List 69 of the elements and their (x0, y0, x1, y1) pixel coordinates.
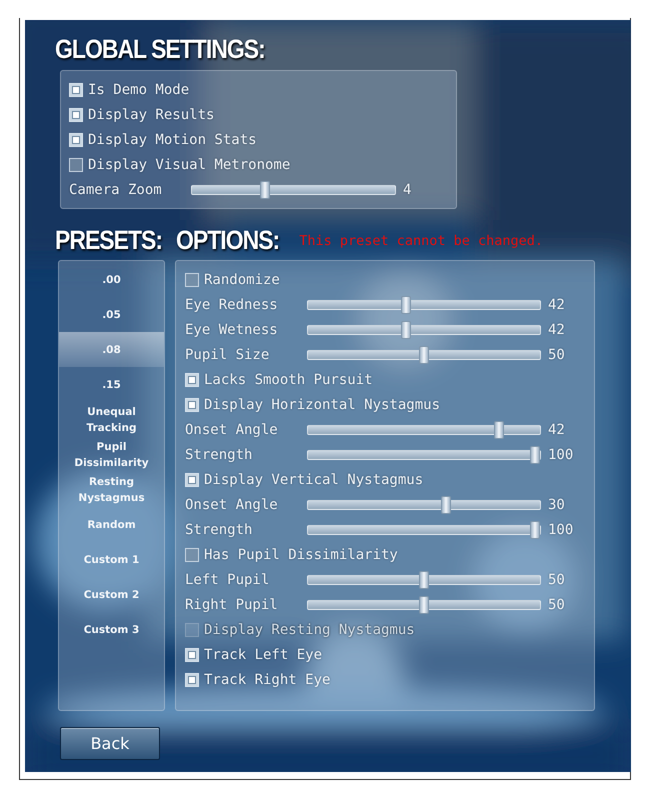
section-heading: OPTIONS: (176, 224, 280, 256)
checkbox-label: Display Visual Metronome (88, 156, 290, 172)
slider-thumb[interactable] (441, 496, 452, 514)
slider-label: Left Pupil (185, 572, 270, 588)
preset-item[interactable]: Pupil Dissimilarity (59, 437, 164, 472)
checkbox-label: Display Results (88, 106, 214, 122)
slider-label: Onset Angle (185, 422, 279, 438)
checkbox-label: Is Demo Mode (88, 82, 190, 98)
slider-thumb[interactable] (494, 420, 504, 438)
slider-value: 42 (548, 322, 565, 338)
checkbox[interactable] (185, 272, 199, 286)
checkbox[interactable] (69, 108, 83, 122)
slider-thumb[interactable] (401, 320, 412, 338)
slider-thumb[interactable] (530, 520, 540, 538)
slider-thumb[interactable] (419, 570, 429, 588)
section-heading: PRESETS: (55, 224, 162, 256)
preset-item[interactable]: Unequal Tracking (59, 402, 164, 437)
warning-text: This preset cannot be changed. (299, 232, 544, 248)
slider-label: Strength (185, 522, 254, 538)
checkbox-label: Display Resting Nystagmus (204, 622, 415, 638)
slider-value: 50 (548, 596, 565, 612)
slider-value: 50 (548, 346, 565, 362)
preset-item[interactable]: .08 (59, 332, 164, 367)
checkbox-label: Track Right Eye (204, 672, 330, 688)
checkbox-label: Track Left Eye (204, 646, 322, 662)
section-heading: GLOBAL SETTINGS: (55, 34, 266, 66)
checkbox[interactable] (185, 398, 199, 412)
checkbox-label: Has Pupil Dissimilarity (204, 546, 398, 562)
checkbox[interactable] (185, 372, 199, 386)
checkbox[interactable] (185, 672, 199, 686)
slider-thumb[interactable] (419, 346, 429, 364)
slider-label: Eye Redness (185, 296, 279, 312)
preset-item[interactable]: Resting Nystagmus (59, 472, 164, 507)
slider-label: Camera Zoom (69, 182, 163, 198)
checkbox[interactable] (185, 648, 199, 662)
checkbox-label: Display Motion Stats (88, 132, 257, 148)
checkbox-label: Display Vertical Nystagmus (204, 472, 424, 488)
slider-thumb[interactable] (419, 596, 429, 614)
slider-label: Pupil Size (185, 346, 270, 362)
slider-thumb[interactable] (401, 296, 412, 314)
slider-value: 42 (548, 296, 565, 312)
preset-item[interactable]: Custom 1 (59, 542, 164, 577)
checkbox-label: Randomize (204, 272, 280, 288)
checkbox-label: Lacks Smooth Pursuit (204, 372, 373, 388)
slider-thumb[interactable] (530, 446, 540, 464)
back-button[interactable]: Back (60, 727, 160, 760)
checkbox[interactable] (69, 158, 83, 172)
checkbox[interactable] (69, 82, 83, 96)
slider-value: 30 (548, 496, 565, 512)
slider-value: 50 (548, 572, 565, 588)
slider-thumb[interactable] (260, 180, 270, 198)
slider-value: 100 (548, 446, 574, 462)
preset-item[interactable]: Random (59, 507, 164, 542)
slider-label: Strength (185, 446, 254, 462)
preset-item[interactable]: Custom 3 (59, 612, 164, 647)
slider-label: Right Pupil (185, 596, 279, 612)
checkbox[interactable] (69, 132, 83, 146)
slider-value: 100 (548, 522, 574, 538)
preset-item[interactable]: Custom 2 (59, 577, 164, 612)
preset-item[interactable]: .05 (59, 297, 164, 332)
slider-label: Onset Angle (185, 496, 279, 512)
preset-item[interactable]: .15 (59, 367, 164, 402)
slider-value: 4 (403, 182, 412, 198)
checkbox[interactable] (185, 548, 199, 562)
checkbox[interactable] (185, 472, 199, 486)
slider-value: 42 (548, 422, 565, 438)
checkbox-label: Display Horizontal Nystagmus (204, 396, 440, 412)
preset-item[interactable]: .00 (59, 262, 164, 297)
slider-label: Eye Wetness (185, 322, 279, 338)
